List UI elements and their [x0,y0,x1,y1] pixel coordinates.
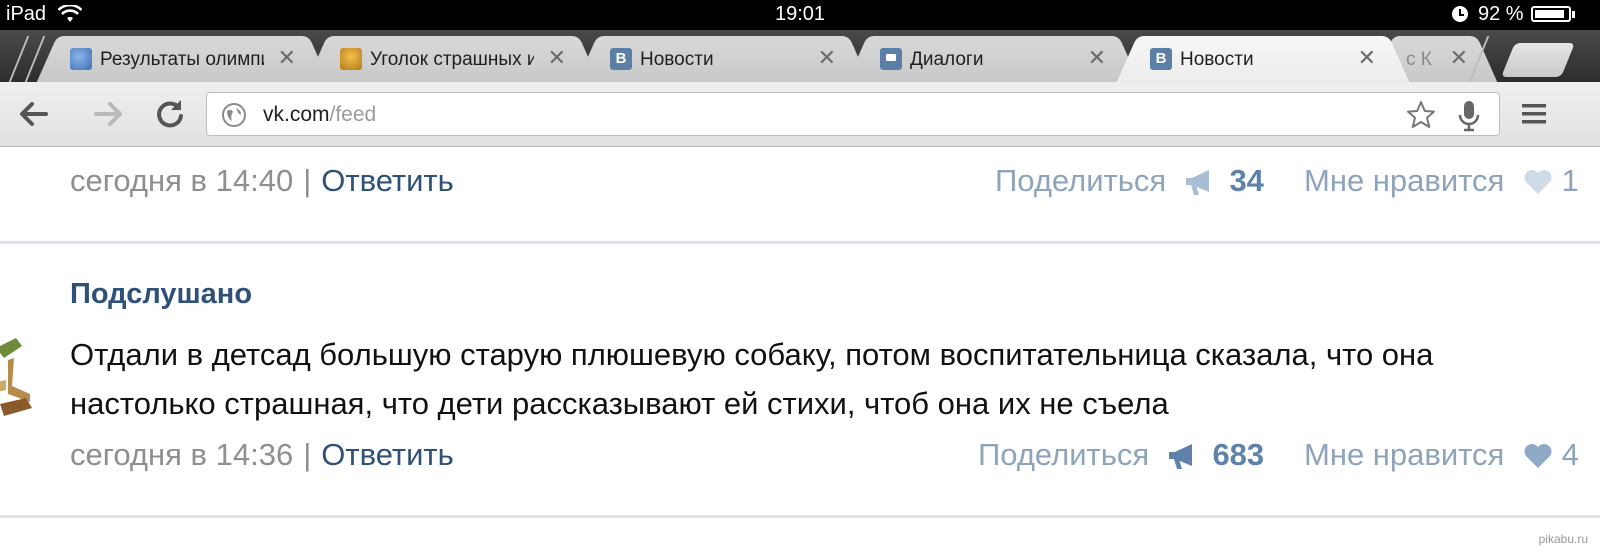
vk-favicon-icon: B [1150,48,1172,70]
close-tab-icon[interactable]: ✕ [278,47,296,69]
separator: | [303,163,312,198]
post-divider [0,515,1600,518]
post-time: сегодня в 14:36 [70,437,294,472]
reply-link[interactable]: Ответить [321,437,454,472]
separator: | [303,437,312,472]
browser-toolbar: vk.com/feed [0,82,1600,147]
tab-news-active[interactable]: B Новости ✕ [1140,36,1386,82]
close-tab-icon[interactable]: ✕ [1088,47,1106,69]
tab-horror-corner[interactable]: Уголок страшных ист ✕ [330,36,576,82]
tab-label: Результаты олимпиа [100,49,264,70]
post-divider [0,241,1600,244]
megaphone-icon [1185,170,1209,195]
like-button[interactable]: Мне нравится 4 [1304,437,1579,473]
like-count: 4 [1561,437,1579,472]
vk-favicon-icon: B [610,48,632,70]
battery-nub [1572,11,1575,18]
post-text: Отдали в детсад большую старую плюшевую … [70,337,1434,421]
like-count: 1 [1561,163,1579,198]
bookmark-star-icon[interactable] [1405,99,1437,131]
url-text[interactable]: vk.com/feed [263,103,376,127]
tab-label: Новости [640,49,714,70]
tab-partial[interactable]: с К ✕ [1396,36,1474,82]
tab-label: с К [1406,49,1432,70]
close-tab-icon[interactable]: ✕ [1358,47,1376,69]
avatar-image [0,338,32,416]
close-tab-icon[interactable]: ✕ [1450,47,1468,69]
megaphone-icon [1168,444,1192,469]
like-label: Мне нравится [1304,163,1505,198]
address-bar[interactable]: vk.com/feed [206,92,1500,136]
battery-fill [1535,10,1564,18]
clock: 19:01 [774,3,826,25]
new-tab-button[interactable] [1501,43,1575,77]
tab-news[interactable]: B Новости ✕ [600,36,846,82]
tab-strip: Результаты олимпиа ✕ Уголок страшных ист… [0,30,1600,82]
tab-results[interactable]: Результаты олимпиа ✕ [60,36,306,82]
share-button[interactable]: Поделиться 683 [978,437,1264,473]
news-feed: сегодня в 14:40 | Ответить Поделиться 34 М… [0,147,1600,552]
battery-icon [1531,6,1571,22]
reload-icon[interactable] [150,96,190,132]
microphone-icon[interactable] [1457,99,1481,133]
globe-icon [222,103,246,127]
share-button[interactable]: Поделиться 34 [995,163,1264,199]
post-author[interactable]: Подслушано [70,278,252,311]
post-footer: сегодня в 14:40 | Ответить Поделиться 34 М… [70,163,1600,203]
globe-favicon-icon [70,48,92,70]
tab-label: Новости [1180,49,1254,70]
reply-link[interactable]: Ответить [321,163,454,198]
share-count: 34 [1229,163,1264,198]
heart-icon [1524,170,1552,194]
tab-dialogs[interactable]: Диалоги ✕ [870,36,1116,82]
share-label: Поделиться [978,437,1150,472]
close-tab-icon[interactable]: ✕ [818,47,836,69]
post-time: сегодня в 14:40 [70,163,294,198]
status-bar: iPad 19:01 92 % [0,0,1600,30]
url-path: /feed [329,103,377,126]
url-host: vk.com [263,103,330,126]
heart-icon [1524,444,1552,468]
battery-percent: 92 % [1478,3,1524,25]
tab-label: Уголок страшных ист [370,49,534,70]
menu-icon[interactable] [1520,102,1548,126]
share-count: 683 [1212,437,1265,472]
forward-arrow-icon[interactable] [88,96,128,132]
like-button[interactable]: Мне нравится 1 [1304,163,1579,199]
share-label: Поделиться [995,163,1167,198]
tab-label: Диалоги [910,49,984,70]
like-label: Мне нравится [1304,437,1505,472]
cupcake-favicon-icon [340,48,362,70]
messages-favicon-icon [880,48,902,70]
avatar[interactable] [0,324,40,428]
back-arrow-icon[interactable] [14,96,54,132]
close-tab-icon[interactable]: ✕ [548,47,566,69]
watermark: pikabu.ru [1538,532,1588,546]
rotation-lock-icon [1452,6,1468,22]
post-footer: сегодня в 14:36 | Ответить Поделиться 683 … [70,437,1600,477]
